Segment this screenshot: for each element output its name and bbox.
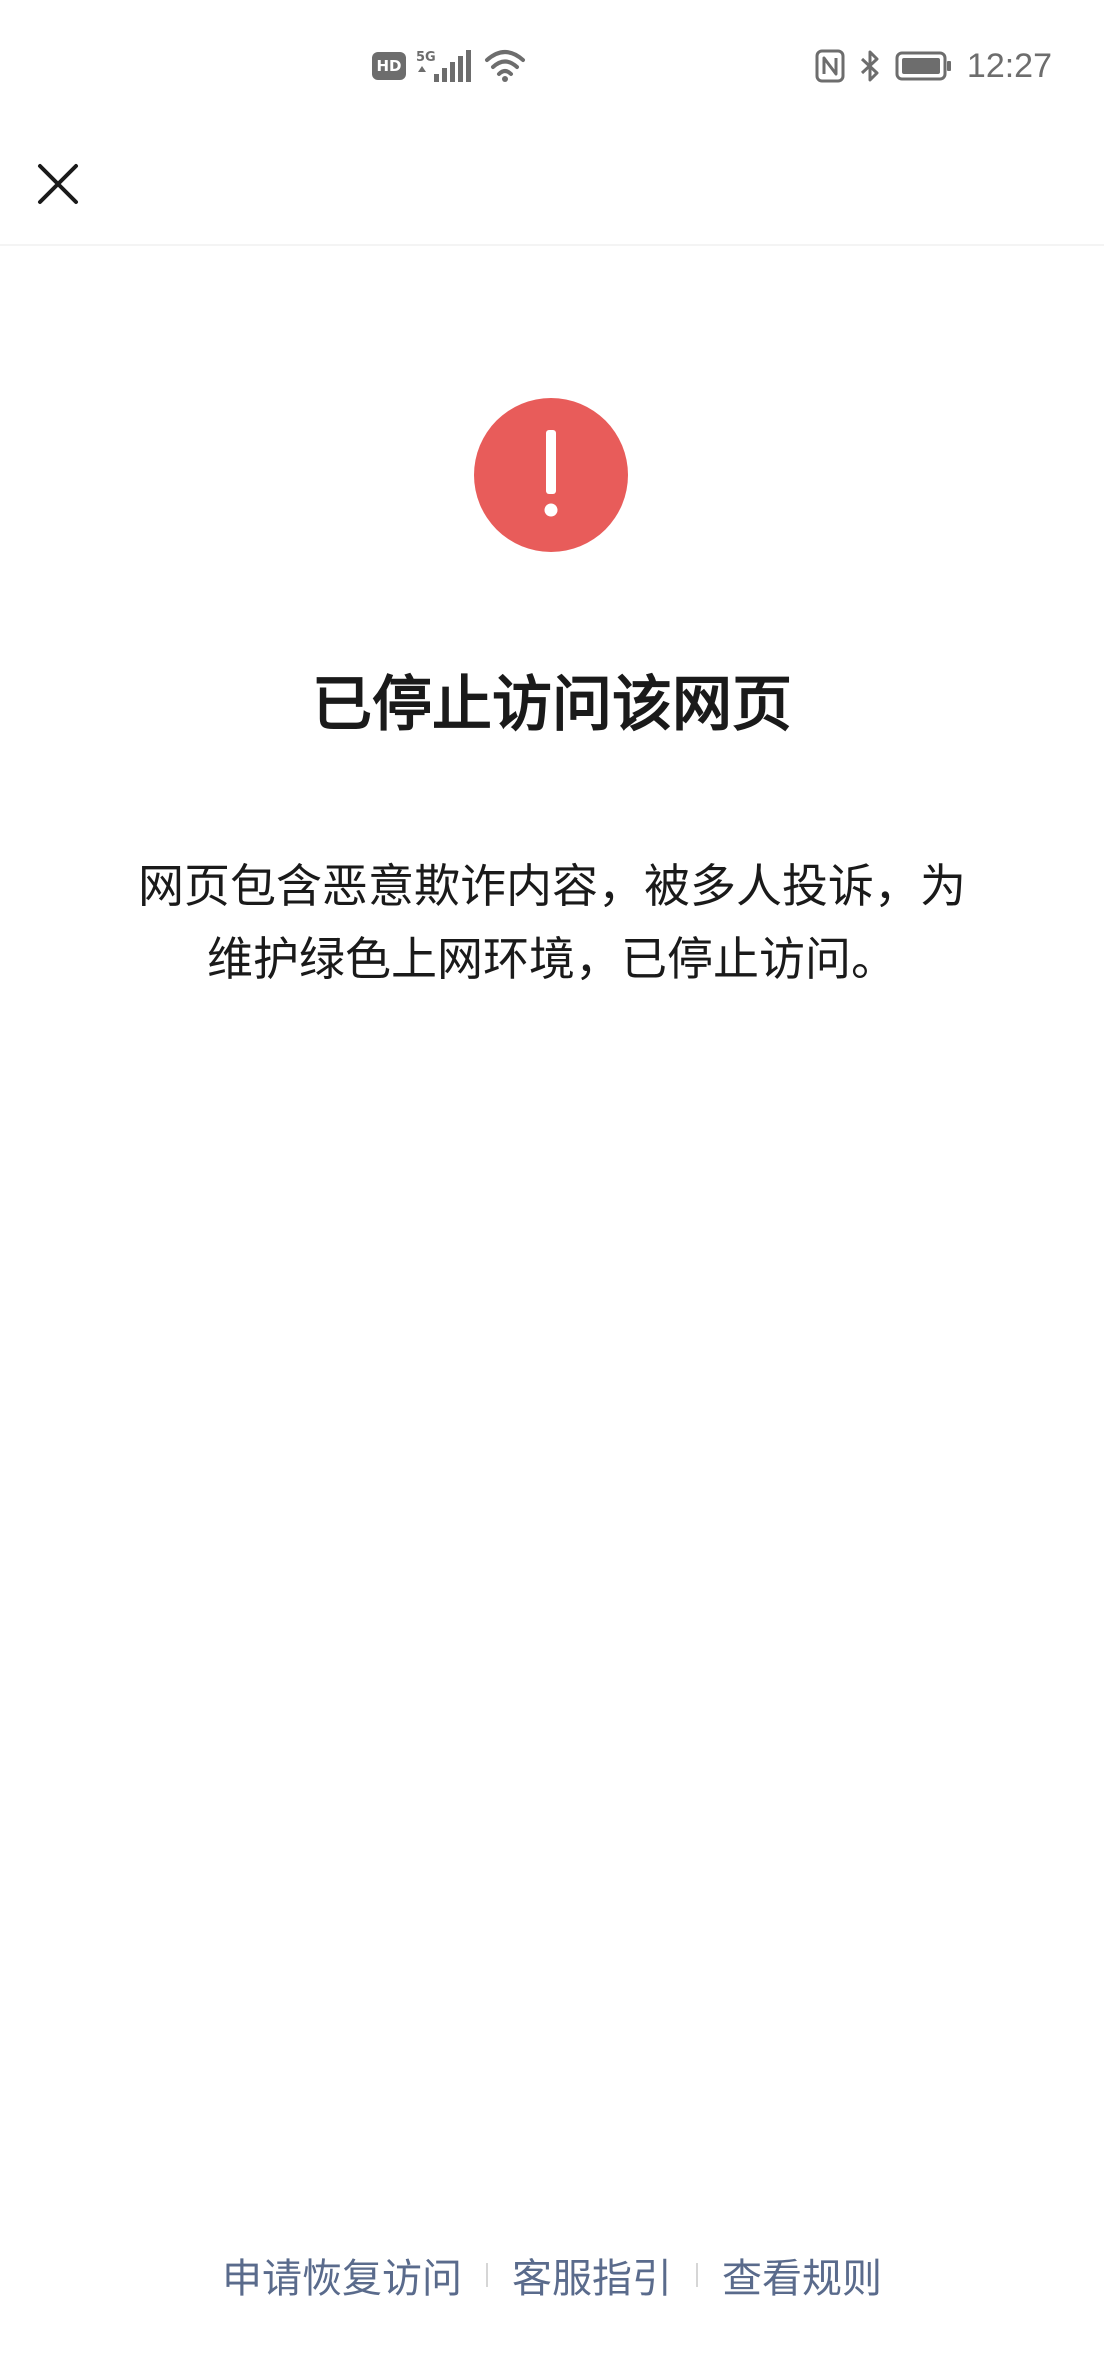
nav-bar (0, 130, 1104, 246)
hd-icon: HD (372, 52, 406, 80)
bluetooth-icon (859, 49, 881, 83)
blocked-page: HD 5G 12:27 已停止访问该网页 网页包含恶意欺诈内容，被多人投诉，为 … (0, 0, 1104, 2376)
view-rules-link[interactable]: 查看规则 (712, 2246, 892, 2304)
exclamation-icon (474, 398, 628, 552)
message-line-2: 维护绿色上网环境，已停止访问。 (207, 932, 897, 986)
blocked-message: 网页包含恶意欺诈内容，被多人投诉，为 维护绿色上网环境，已停止访问。 (100, 850, 1004, 996)
status-bar: HD 5G 12:27 (0, 0, 1104, 130)
status-time: 12:27 (966, 47, 1052, 85)
network-label: 5G (416, 50, 436, 65)
footer-links: 申请恢复访问 客服指引 查看规则 (0, 2240, 1104, 2310)
wifi-icon (484, 48, 526, 84)
page-title: 已停止访问该网页 (312, 670, 792, 740)
close-button[interactable] (24, 150, 92, 218)
footer-divider (696, 2263, 698, 2287)
nfc-icon (815, 49, 845, 83)
battery-icon (895, 51, 953, 81)
customer-service-guide-link[interactable]: 客服指引 (502, 2246, 682, 2304)
signal-5g-icon: 5G (416, 48, 474, 84)
request-restore-access-link[interactable]: 申请恢复访问 (212, 2246, 472, 2304)
status-right: 12:27 (815, 44, 1052, 88)
status-left: HD 5G (372, 46, 526, 86)
close-icon (38, 164, 78, 204)
message-line-1: 网页包含恶意欺诈内容，被多人投诉，为 (138, 859, 966, 913)
footer-divider (486, 2263, 488, 2287)
